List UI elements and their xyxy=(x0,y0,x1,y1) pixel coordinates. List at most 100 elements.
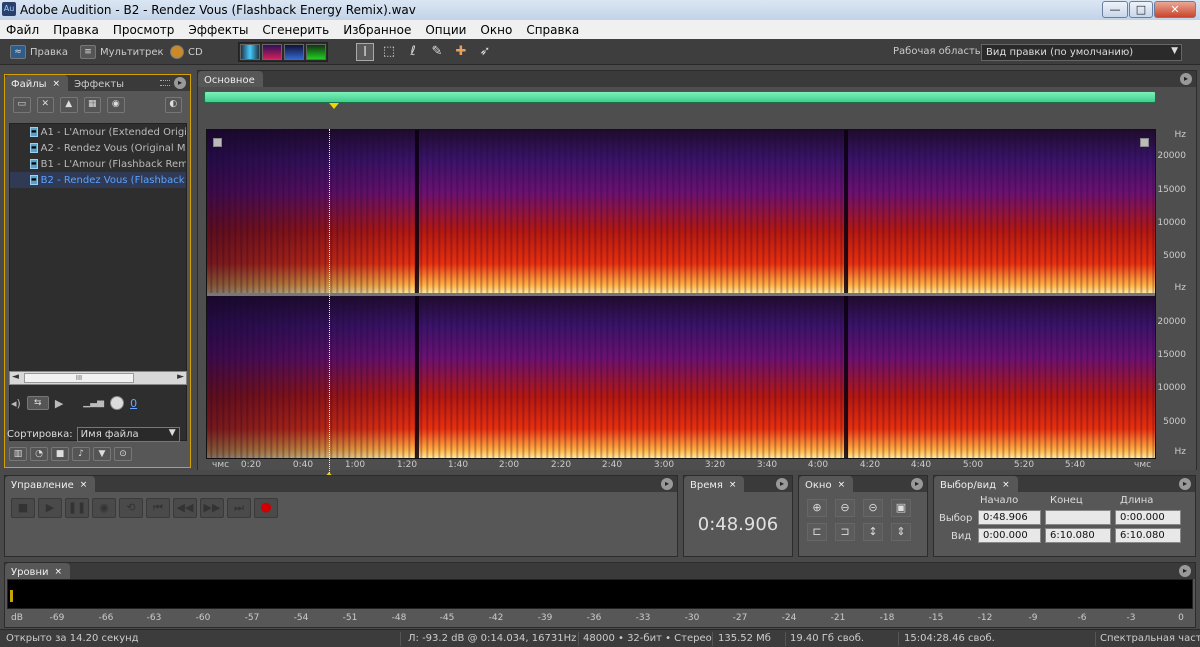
go-to-end-icon[interactable]: ⏭ xyxy=(227,498,251,518)
stop-icon[interactable]: ■ xyxy=(11,498,35,518)
list-item[interactable]: ▬B1 - L'Amour (Flashback Remix).wav xyxy=(10,156,186,172)
cd-view-button[interactable]: CD xyxy=(170,42,203,62)
panel-menu-icon[interactable]: ▸ xyxy=(174,77,186,89)
scroll-thumb[interactable]: III xyxy=(24,373,134,383)
tab-effects[interactable]: Эффекты xyxy=(68,75,132,91)
scroll-left-icon[interactable]: ◄ xyxy=(12,372,19,382)
zoom-in-horizontal-icon[interactable]: ⊕ xyxy=(807,499,827,517)
multitrack-view-button[interactable]: ≡ Мультитрек xyxy=(80,42,164,62)
panel-menu-icon[interactable]: ▸ xyxy=(1179,478,1191,490)
menu-options[interactable]: Опции xyxy=(425,23,466,37)
zoom-out-vertical-icon[interactable]: ⇕ xyxy=(891,523,911,541)
spectral-display-icon[interactable] xyxy=(262,44,282,60)
loop-play-icon[interactable]: ⟲ xyxy=(119,498,143,518)
play-preview-icon[interactable]: ▶ xyxy=(55,397,63,410)
zoom-in-vertical-icon[interactable]: ↕ xyxy=(863,523,883,541)
filter-cd-icon[interactable]: ⊙ xyxy=(114,447,132,461)
close-icon[interactable]: × xyxy=(53,79,61,89)
play-from-cursor-icon[interactable]: ◉ xyxy=(92,498,116,518)
panel-grip-icon[interactable] xyxy=(160,80,170,86)
open-file-icon[interactable]: ▭ xyxy=(13,97,31,113)
menu-effects[interactable]: Эффекты xyxy=(188,23,248,37)
panel-menu-icon[interactable]: ▸ xyxy=(1179,565,1191,577)
menu-favorites[interactable]: Избранное xyxy=(343,23,411,37)
close-icon[interactable]: × xyxy=(1002,480,1010,490)
tab-transport[interactable]: Управление × xyxy=(5,476,96,492)
scroll-right-icon[interactable]: ► xyxy=(177,372,184,382)
scrub-tool-icon[interactable]: ➶ xyxy=(476,43,494,61)
close-button[interactable]: ✕ xyxy=(1154,1,1196,18)
list-item-selected[interactable]: ▬B2 - Rendez Vous (Flashback Energy Remi… xyxy=(10,172,186,188)
tab-levels[interactable]: Уровни × xyxy=(5,563,71,579)
panel-menu-icon[interactable]: ▸ xyxy=(661,478,673,490)
play-icon[interactable]: ▶ xyxy=(38,498,62,518)
selection-length-field[interactable]: 0:00.000 xyxy=(1115,510,1181,525)
tab-files[interactable]: Файлы × xyxy=(5,75,69,91)
workspace-select[interactable]: Вид правки (по умолчанию) ▼ xyxy=(981,44,1182,61)
panel-menu-icon[interactable]: ▸ xyxy=(776,478,788,490)
zoom-out-horizontal-icon[interactable]: ⊖ xyxy=(835,499,855,517)
filter-video-icon[interactable]: ■ xyxy=(51,447,69,461)
playhead-line[interactable] xyxy=(329,129,330,479)
insert-cd-icon[interactable]: ▦ xyxy=(83,97,101,113)
menu-view[interactable]: Просмотр xyxy=(113,23,175,37)
minimize-button[interactable]: — xyxy=(1102,1,1128,18)
filter-midi-icon[interactable]: ♪ xyxy=(72,447,90,461)
close-icon[interactable]: × xyxy=(80,480,88,490)
menu-edit[interactable]: Правка xyxy=(53,23,99,37)
speaker-icon[interactable]: ◂) xyxy=(11,397,21,410)
panel-menu-icon[interactable]: ▸ xyxy=(1180,73,1192,85)
tab-selection-view[interactable]: Выбор/вид × xyxy=(934,476,1018,492)
lasso-tool-icon[interactable]: ℓ xyxy=(404,43,422,61)
brush-tool-icon[interactable]: ✎ xyxy=(428,43,446,61)
playhead-top-marker[interactable] xyxy=(329,103,339,109)
waveform-display-icon[interactable] xyxy=(240,44,260,60)
resize-corner-icon[interactable] xyxy=(1140,138,1149,147)
volume-knob[interactable] xyxy=(110,396,125,410)
spectral-display[interactable] xyxy=(206,129,1156,459)
close-icon[interactable]: × xyxy=(729,480,737,490)
menu-window[interactable]: Окно xyxy=(480,23,512,37)
selection-start-field[interactable]: 0:48.906 xyxy=(978,510,1041,525)
edit-file-icon[interactable]: ◉ xyxy=(107,97,125,113)
close-icon[interactable]: × xyxy=(838,480,846,490)
time-selection-tool-icon[interactable]: I xyxy=(356,43,374,61)
spectral-phase-icon[interactable] xyxy=(306,44,326,60)
fast-forward-icon[interactable]: ▶▶ xyxy=(200,498,224,518)
pause-icon[interactable]: ❚❚ xyxy=(65,498,89,518)
loop-icon[interactable]: ⇆ xyxy=(26,396,49,410)
zoom-overview-bar[interactable] xyxy=(204,91,1156,103)
list-item[interactable]: ▬A2 - Rendez Vous (Original Mix).wav xyxy=(10,140,186,156)
selection-end-field[interactable] xyxy=(1045,510,1111,525)
tab-zoom[interactable]: Окно × xyxy=(799,476,854,492)
time-ruler[interactable]: чмс 0:20 0:40 1:00 1:20 1:40 2:00 2:20 2… xyxy=(206,459,1156,471)
sort-select[interactable]: Имя файла ▼ xyxy=(76,427,180,442)
list-item[interactable]: ▬A1 - L'Amour (Extended Original Mix).wa… xyxy=(10,124,186,140)
marquee-tool-icon[interactable]: ⬚ xyxy=(380,43,398,61)
tab-main[interactable]: Основное xyxy=(198,71,263,87)
zoom-left-edge-icon[interactable]: ⊏ xyxy=(807,523,827,541)
file-list-scrollbar[interactable]: ◄ III ► xyxy=(9,371,187,385)
go-to-start-icon[interactable]: ⏮ xyxy=(146,498,170,518)
zoom-right-edge-icon[interactable]: ⊐ xyxy=(835,523,855,541)
spot-healing-tool-icon[interactable]: ✚ xyxy=(452,43,470,61)
rewind-icon[interactable]: ◀◀ xyxy=(173,498,197,518)
resize-corner-icon[interactable] xyxy=(213,138,222,147)
maximize-button[interactable]: □ xyxy=(1129,1,1153,18)
zoom-out-full-icon[interactable]: ⊝ xyxy=(863,499,883,517)
view-start-field[interactable]: 0:00.000 xyxy=(978,528,1041,543)
panel-menu-icon[interactable]: ▸ xyxy=(911,478,923,490)
insert-multitrack-icon[interactable]: ▲ xyxy=(60,97,78,113)
filter-loop-icon[interactable]: ◔ xyxy=(30,447,48,461)
close-file-icon[interactable]: ✕ xyxy=(36,97,54,113)
menu-help[interactable]: Справка xyxy=(526,23,579,37)
view-length-field[interactable]: 6:10.080 xyxy=(1115,528,1181,543)
volume-value[interactable]: 0 xyxy=(130,397,137,410)
view-end-field[interactable]: 6:10.080 xyxy=(1045,528,1111,543)
tab-time[interactable]: Время × xyxy=(684,476,745,492)
filter-audio-icon[interactable]: ▥ xyxy=(9,447,27,461)
menu-file[interactable]: Файл xyxy=(6,23,39,37)
show-options-icon[interactable]: ◐ xyxy=(164,97,182,113)
menu-generate[interactable]: Сгенерить xyxy=(262,23,329,37)
zoom-selection-icon[interactable]: ▣ xyxy=(891,499,911,517)
